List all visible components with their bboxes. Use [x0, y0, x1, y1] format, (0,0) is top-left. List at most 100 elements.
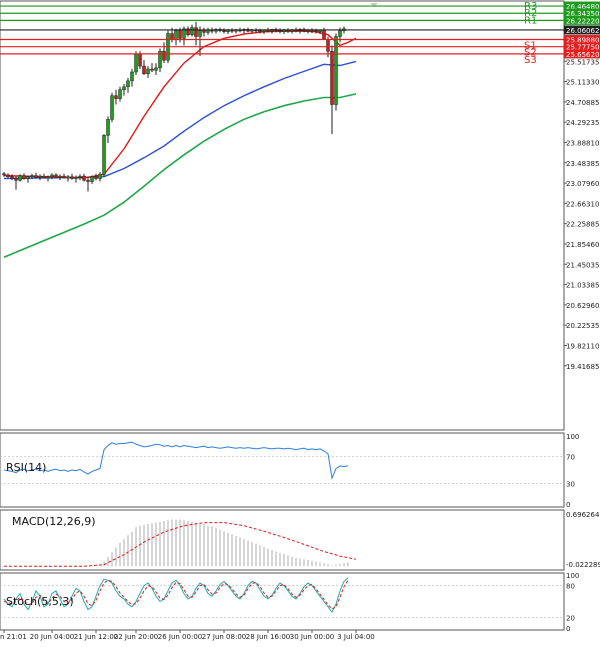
rsi-pane-frame [0, 432, 565, 508]
candle-body [278, 30, 282, 33]
candle-body [114, 95, 118, 99]
candle-body [258, 30, 262, 33]
candle-body [178, 30, 182, 39]
candle-body [222, 30, 226, 33]
x-tick-label: 21 Jun 12:00 [74, 633, 118, 641]
stoch-tick-label: 0 [566, 625, 570, 633]
candle-body [174, 30, 178, 40]
level-value-label: 25.65620 [566, 51, 599, 59]
candle-body [326, 39, 330, 52]
stoch-tick-label: 20 [566, 614, 575, 622]
candle-body [10, 176, 14, 179]
price-tick-label: 24.29235 [566, 119, 599, 127]
stoch-tick-label: 80 [566, 583, 575, 591]
candle-body [34, 175, 38, 178]
price-tick-label: 19.41685 [566, 363, 599, 371]
candle-body [142, 65, 146, 75]
candle-body [6, 174, 10, 177]
price-tick-label: 19.82110 [566, 343, 599, 351]
candle-body [74, 177, 78, 179]
candle-body [198, 30, 202, 37]
rsi-tick-label: 0 [566, 501, 570, 509]
price-pane-frame [0, 0, 565, 431]
level-value-label: 26.06062 [566, 27, 599, 35]
candle-body [162, 51, 166, 61]
candle-body [26, 176, 30, 179]
candle-body [146, 68, 150, 75]
rsi-tick-label: 100 [566, 433, 579, 441]
candle-body [18, 175, 22, 181]
price-tick-label: 25.11330 [566, 79, 599, 87]
price-tick-label: 22.66310 [566, 200, 599, 208]
stoch-pane-frame [0, 572, 565, 631]
candle-body [170, 33, 174, 40]
macd-label: MACD(12,26,9) [12, 515, 96, 528]
x-tick-label: 30 Jun 00:00 [290, 633, 334, 641]
candle-body [2, 173, 6, 176]
x-tick-label: 3 Jul 04:00 [337, 633, 375, 641]
candle-body [38, 175, 42, 178]
candle-body [118, 89, 122, 99]
price-tick-label: 23.48385 [566, 160, 599, 168]
macd-tick-label: -0.022289 [566, 561, 600, 569]
candle-body [102, 135, 106, 175]
candle-body [90, 176, 94, 182]
price-tick-label: 23.88810 [566, 140, 599, 148]
candle-body [190, 27, 194, 35]
candle-body [30, 175, 34, 177]
x-tick-label: 26 Jun 00:00 [158, 633, 202, 641]
candle-body [138, 54, 142, 67]
chart-svg: 26.0425025.5173525.1133024.7088524.29235… [0, 0, 600, 641]
candle-body [338, 30, 342, 37]
candle-body [86, 180, 90, 182]
candle-body [322, 29, 326, 40]
candle-body [110, 95, 114, 120]
candle-body [94, 176, 98, 179]
candle-body [126, 80, 130, 88]
stoch-label: Stoch(5,5,3) [6, 595, 74, 608]
x-tick-label: 27 Jun 08:00 [202, 633, 246, 641]
candle-body [314, 30, 318, 33]
candle-body [46, 176, 50, 179]
rsi-tick-label: 70 [566, 453, 575, 461]
price-tick-label: 24.70885 [566, 99, 599, 107]
price-tick-label: 21.85460 [566, 241, 599, 249]
candle-body [150, 68, 154, 71]
candle-body [134, 54, 138, 73]
candle-body [70, 176, 74, 179]
rsi-tick-label: 30 [566, 481, 575, 489]
x-tick-label: n 21:01 [0, 633, 27, 641]
price-tick-label: 20.22535 [566, 322, 599, 330]
price-tick-label: 25.51735 [566, 58, 599, 66]
candle-body [202, 30, 206, 33]
rsi-label: RSI(14) [6, 461, 46, 474]
candle-body [82, 175, 86, 181]
price-tick-label: 21.45035 [566, 261, 599, 269]
x-tick-label: 22 Jun 20:00 [114, 633, 158, 641]
candle-body [22, 175, 26, 179]
candle-body [106, 119, 110, 136]
x-tick-label: 20 Jun 04:00 [30, 633, 74, 641]
stoch-tick-label: 100 [566, 572, 579, 580]
candle-body [58, 175, 62, 178]
level-value-label: 26.22220 [566, 17, 599, 25]
candle-body [66, 176, 70, 179]
candle-body [194, 27, 198, 37]
candle-body [42, 175, 46, 179]
candle-body [14, 178, 18, 181]
price-tick-label: 23.07960 [566, 180, 599, 188]
price-tick-label: 21.03385 [566, 282, 599, 290]
candle-body [330, 51, 334, 105]
level-name-label: S3 [524, 55, 537, 66]
price-tick-label: 22.25885 [566, 221, 599, 229]
macd-tick-label: 0.696264 [566, 511, 600, 519]
candle-body [62, 175, 66, 179]
candle-body [98, 174, 102, 179]
price-tick-label: 20.62960 [566, 302, 599, 310]
x-tick-label: 28 Jun 16:00 [246, 633, 290, 641]
candle-body [54, 174, 58, 178]
level-name-label: R1 [524, 15, 537, 26]
candle-body [122, 86, 126, 91]
candle-body [50, 174, 54, 177]
candle-body [154, 67, 158, 71]
